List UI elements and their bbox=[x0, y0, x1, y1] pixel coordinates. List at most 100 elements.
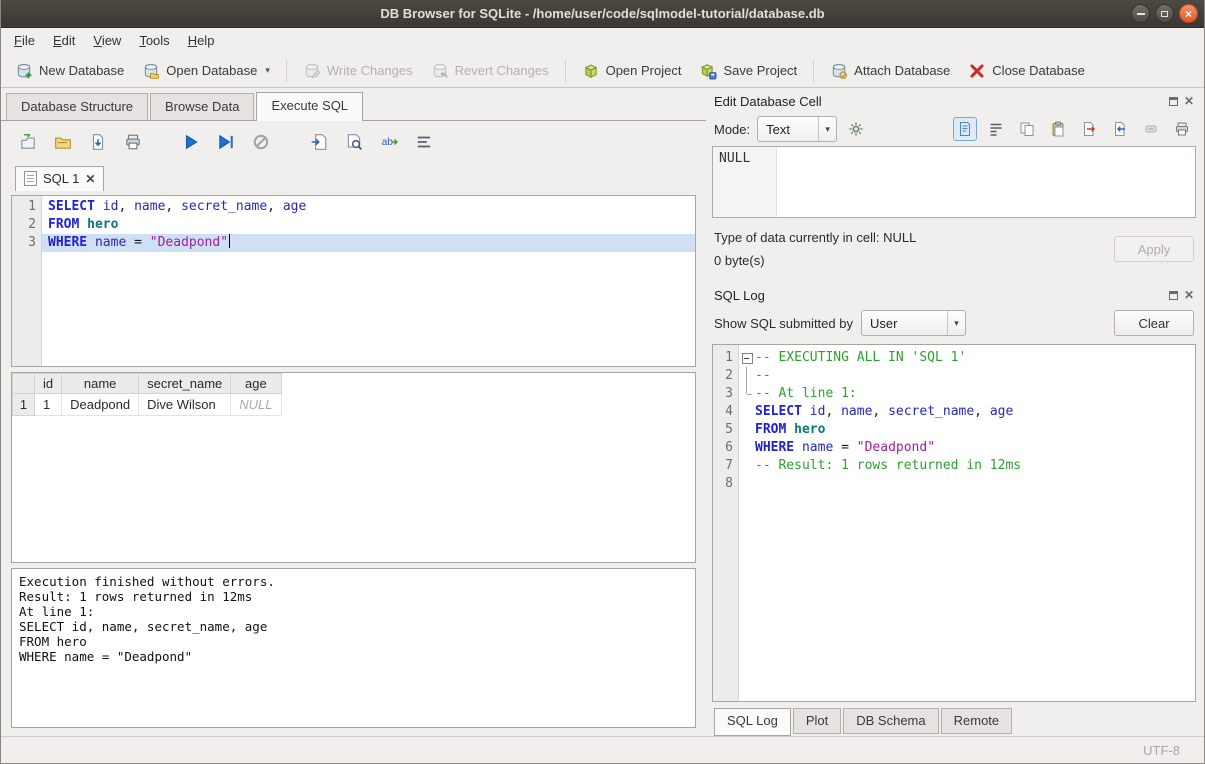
word-wrap-button[interactable] bbox=[984, 117, 1008, 141]
external-edit-button[interactable] bbox=[844, 117, 868, 141]
main-toolbar: New Database Open Database ▾ Write Chang… bbox=[1, 54, 1204, 88]
right-pane: Edit Database Cell ✕ Mode: Text ▾ bbox=[706, 88, 1205, 736]
results-grid[interactable]: id name secret_name age 1 1 Deadpond bbox=[11, 372, 696, 563]
fold-line-icon bbox=[739, 367, 755, 385]
export-cell-button[interactable] bbox=[1077, 117, 1101, 141]
paste-icon bbox=[1049, 120, 1067, 138]
line-number: 6 bbox=[713, 439, 733, 457]
tab-browse-data[interactable]: Browse Data bbox=[150, 93, 254, 120]
cell-editor[interactable]: NULL bbox=[712, 146, 1196, 218]
tab-plot[interactable]: Plot bbox=[793, 708, 841, 734]
find-button[interactable] bbox=[343, 131, 365, 153]
menu-edit[interactable]: Edit bbox=[44, 28, 84, 54]
open-project-button[interactable]: Open Project bbox=[574, 58, 690, 84]
cell-editor-content: NULL bbox=[713, 147, 777, 217]
close-dock-icon[interactable]: ✕ bbox=[1184, 95, 1194, 107]
sql-document-icon bbox=[24, 171, 37, 186]
save-project-button[interactable]: Save Project bbox=[691, 58, 805, 84]
close-tab-icon[interactable]: ✕ bbox=[85, 173, 95, 185]
open-project-label: Open Project bbox=[606, 63, 682, 78]
execute-current-line-button[interactable] bbox=[215, 131, 237, 153]
write-changes-icon bbox=[303, 62, 321, 80]
sql-log-header: SQL Log ✕ bbox=[712, 284, 1196, 306]
fold-marker-icon[interactable] bbox=[739, 349, 755, 367]
float-dock-icon[interactable] bbox=[1169, 291, 1178, 300]
new-database-icon bbox=[15, 62, 33, 80]
chevron-down-icon: ▾ bbox=[818, 117, 836, 141]
log-line-number-gutter: 1 2 3 4 5 6 7 8 bbox=[713, 345, 739, 701]
print-cell-button[interactable] bbox=[1170, 117, 1194, 141]
new-database-button[interactable]: New Database bbox=[7, 58, 132, 84]
open-database-button[interactable]: Open Database ▾ bbox=[134, 58, 278, 84]
fold-spacer bbox=[739, 439, 755, 457]
line-number: 4 bbox=[713, 403, 733, 421]
submitter-select[interactable]: User ▾ bbox=[861, 310, 966, 336]
log-line: FROM hero bbox=[739, 421, 1195, 439]
menu-help[interactable]: Help bbox=[179, 28, 224, 54]
cell-name[interactable]: Deadpond bbox=[62, 394, 139, 416]
close-database-button[interactable]: Close Database bbox=[960, 58, 1093, 84]
export-results-button[interactable] bbox=[308, 131, 330, 153]
minimize-button[interactable] bbox=[1131, 4, 1150, 23]
replace-button[interactable]: ab bbox=[378, 131, 400, 153]
cell-editor-area[interactable] bbox=[777, 147, 1195, 217]
sql-editor[interactable]: 1 2 3 SELECT id, name, secret_name, age … bbox=[11, 195, 696, 367]
print-button[interactable] bbox=[122, 131, 144, 153]
revert-changes-icon bbox=[431, 62, 449, 80]
tab-db-schema[interactable]: DB Schema bbox=[843, 708, 938, 734]
tab-execute-sql[interactable]: Execute SQL bbox=[256, 92, 363, 121]
paste-button[interactable] bbox=[1046, 117, 1070, 141]
format-sql-button[interactable] bbox=[413, 131, 435, 153]
sql-code-area[interactable]: SELECT id, name, secret_name, age FROM h… bbox=[42, 196, 695, 366]
edit-text-button[interactable] bbox=[953, 117, 977, 141]
minimize-icon bbox=[1137, 13, 1145, 15]
execute-sql-page: ab SQL 1 ✕ 1 2 3 bbox=[1, 121, 706, 736]
cell-secret-name[interactable]: Dive Wilson bbox=[139, 394, 231, 416]
line-number: 1 bbox=[12, 198, 36, 216]
fold-spacer bbox=[739, 457, 755, 475]
column-header-age[interactable]: age bbox=[231, 374, 281, 394]
copy-button[interactable] bbox=[1015, 117, 1039, 141]
close-button[interactable]: × bbox=[1179, 4, 1198, 23]
sql-doc-tab[interactable]: SQL 1 ✕ bbox=[15, 166, 104, 191]
cell-age[interactable]: NULL bbox=[231, 394, 281, 416]
open-database-dropdown-icon[interactable]: ▾ bbox=[265, 65, 270, 76]
close-dock-icon[interactable]: ✕ bbox=[1184, 289, 1194, 301]
app-window: DB Browser for SQLite - /home/user/code/… bbox=[0, 0, 1205, 764]
toolbar-separator bbox=[565, 60, 566, 82]
cell-info-row: Type of data currently in cell: NULL 0 b… bbox=[712, 230, 1196, 268]
open-sql-file-button[interactable] bbox=[52, 131, 74, 153]
execute-all-button[interactable] bbox=[180, 131, 202, 153]
mode-select[interactable]: Text ▾ bbox=[757, 116, 837, 142]
maximize-button[interactable] bbox=[1155, 4, 1174, 23]
encoding-indicator: UTF-8 bbox=[1143, 743, 1180, 758]
cell-id[interactable]: 1 bbox=[35, 394, 62, 416]
edit-cell-toolbar: Mode: Text ▾ bbox=[712, 112, 1196, 146]
status-bar: UTF-8 bbox=[1, 736, 1204, 763]
clear-button[interactable]: Clear bbox=[1114, 310, 1194, 336]
format-sql-icon bbox=[415, 133, 433, 151]
column-header-name[interactable]: name bbox=[62, 374, 139, 394]
sql-log-filter-row: Show SQL submitted by User ▾ Clear bbox=[712, 306, 1196, 340]
attach-database-button[interactable]: Attach Database bbox=[822, 58, 958, 84]
column-header-id[interactable]: id bbox=[35, 374, 62, 394]
menu-view[interactable]: View bbox=[84, 28, 130, 54]
tab-remote[interactable]: Remote bbox=[941, 708, 1013, 734]
column-header-secret-name[interactable]: secret_name bbox=[139, 374, 231, 394]
tab-sql-log[interactable]: SQL Log bbox=[714, 708, 791, 736]
save-sql-file-button[interactable] bbox=[87, 131, 109, 153]
window-title: DB Browser for SQLite - /home/user/code/… bbox=[1, 0, 1204, 28]
sql-log-view[interactable]: 1 2 3 4 5 6 7 8 -- EXECUTING ALL IN 'SQL… bbox=[712, 344, 1196, 702]
maximize-icon bbox=[1161, 11, 1168, 17]
attach-database-icon bbox=[830, 62, 848, 80]
import-cell-button[interactable] bbox=[1108, 117, 1132, 141]
menu-tools[interactable]: Tools bbox=[130, 28, 178, 54]
new-tab-button[interactable] bbox=[17, 131, 39, 153]
menu-file[interactable]: File bbox=[5, 28, 44, 54]
filter-label: Show SQL submitted by bbox=[714, 316, 853, 331]
copy-icon bbox=[1018, 120, 1036, 138]
row-number-cell[interactable]: 1 bbox=[13, 394, 35, 416]
tab-database-structure[interactable]: Database Structure bbox=[6, 93, 148, 120]
log-content: -- EXECUTING ALL IN 'SQL 1' -- -- At lin… bbox=[739, 345, 1195, 701]
float-dock-icon[interactable] bbox=[1169, 97, 1178, 106]
